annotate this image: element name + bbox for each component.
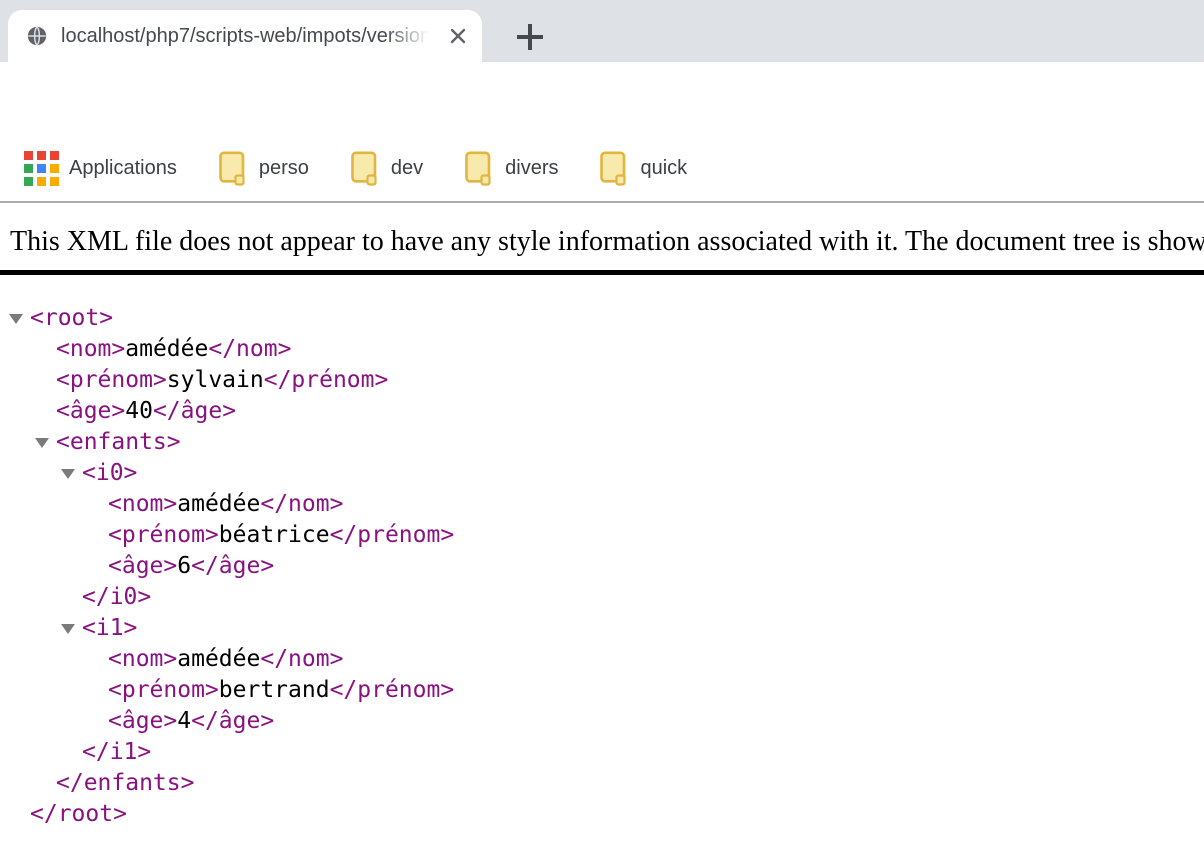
browser-tab[interactable]: localhost/php7/scripts-web/impots/versio… (8, 10, 482, 62)
xml-tag: <âge> (108, 553, 177, 579)
xml-tag: </âge> (153, 398, 236, 424)
page-content: This XML file does not appear to have an… (0, 203, 1204, 855)
xml-tag: <prénom> (108, 522, 219, 548)
folder-icon (219, 151, 246, 186)
xml-text-value: 4 (177, 708, 191, 734)
folder-icon (351, 151, 378, 186)
xml-tag: </prénom> (264, 367, 389, 393)
apps-grid-cell (37, 177, 46, 186)
xml-line: </i1> (0, 737, 1204, 768)
xml-tag: </enfants> (56, 770, 194, 796)
xml-tag: </âge> (191, 553, 274, 579)
xml-document-tree: <root><nom>amédée</nom><prénom>sylvain</… (0, 303, 1204, 830)
xml-text-value: sylvain (167, 367, 264, 393)
xml-tag: <i1> (82, 615, 137, 641)
apps-grid-icon (24, 151, 59, 186)
xml-line: <prénom>bertrand</prénom> (0, 675, 1204, 706)
xml-tag: </nom> (208, 336, 291, 362)
bookmark-folder-label: dev (391, 157, 423, 180)
apps-grid-cell (24, 151, 33, 160)
xml-line: </enfants> (0, 768, 1204, 799)
tab-title: localhost/php7/scripts-web/impots/versio… (61, 10, 440, 62)
xml-text-value: bertrand (219, 677, 330, 703)
xml-line: <prénom>béatrice</prénom> (0, 520, 1204, 551)
xml-line: <nom>amédée</nom> (0, 644, 1204, 675)
xml-tag: <nom> (56, 336, 125, 362)
bookmarks-bar: Applications perso dev divers quick (0, 135, 1204, 203)
xml-tag: </âge> (191, 708, 274, 734)
collapse-arrow-icon[interactable] (9, 314, 23, 324)
xml-text-value: amédée (177, 646, 260, 672)
apps-grid-cell (37, 151, 46, 160)
xml-line: <enfants> (0, 427, 1204, 458)
xml-tag: <nom> (108, 491, 177, 517)
xml-tag: <prénom> (56, 367, 167, 393)
xml-line: <root> (0, 303, 1204, 334)
folder-icon (600, 151, 627, 186)
xml-line: <i0> (0, 458, 1204, 489)
bookmark-folder-dev[interactable]: dev (351, 151, 423, 186)
xml-line: <prénom>sylvain</prénom> (0, 365, 1204, 396)
xml-tag: </prénom> (330, 677, 455, 703)
globe-favicon-icon (26, 25, 48, 47)
bookmark-folder-label: quick (640, 157, 687, 180)
collapse-arrow-icon[interactable] (61, 624, 75, 634)
xml-tag: </nom> (260, 491, 343, 517)
bookmark-folder-label: perso (259, 157, 309, 180)
bookmark-folder-perso[interactable]: perso (219, 151, 309, 186)
xml-tag: <enfants> (56, 429, 181, 455)
plus-icon (515, 22, 545, 52)
xml-tag: </nom> (260, 646, 343, 672)
xml-line: </root> (0, 799, 1204, 830)
xml-tag: <âge> (108, 708, 177, 734)
apps-grid-cell (37, 164, 46, 173)
xml-text-value: béatrice (219, 522, 330, 548)
xml-tag: </i1> (82, 739, 151, 765)
apps-shortcut-label: Applications (69, 157, 177, 180)
collapse-arrow-icon[interactable] (35, 438, 49, 448)
new-tab-button[interactable] (506, 15, 554, 59)
xml-line: <âge>6</âge> (0, 551, 1204, 582)
apps-grid-cell (24, 164, 33, 173)
xml-text-value: 6 (177, 553, 191, 579)
xml-tag: <prénom> (108, 677, 219, 703)
apps-shortcut[interactable]: Applications (24, 151, 177, 186)
xml-line: </i0> (0, 582, 1204, 613)
xml-tag: </i0> (82, 584, 151, 610)
collapse-arrow-icon[interactable] (61, 469, 75, 479)
apps-grid-cell (50, 151, 59, 160)
xml-text-value: amédée (177, 491, 260, 517)
xml-line: <nom>amédée</nom> (0, 489, 1204, 520)
xml-line: <i1> (0, 613, 1204, 644)
xml-tag: <root> (30, 305, 113, 331)
bookmark-folder-label: divers (505, 157, 558, 180)
folder-icon (465, 151, 492, 186)
bookmark-folder-divers[interactable]: divers (465, 151, 558, 186)
xml-tag: <nom> (108, 646, 177, 672)
xml-line: <âge>40</âge> (0, 396, 1204, 427)
bookmark-folder-quick[interactable]: quick (600, 151, 687, 186)
xml-line: <âge>4</âge> (0, 706, 1204, 737)
tab-strip: localhost/php7/scripts-web/impots/versio… (0, 0, 1204, 62)
xml-tag: <i0> (82, 460, 137, 486)
apps-grid-cell (24, 177, 33, 186)
tab-close-icon[interactable] (446, 24, 470, 48)
xml-no-style-message: This XML file does not appear to have an… (0, 203, 1204, 275)
xml-text-value: amédée (125, 336, 208, 362)
xml-tag: </prénom> (330, 522, 455, 548)
apps-grid-cell (50, 177, 59, 186)
xml-tag: <âge> (56, 398, 125, 424)
xml-tag: </root> (30, 801, 127, 827)
apps-grid-cell (50, 164, 59, 173)
xml-line: <nom>amédée</nom> (0, 334, 1204, 365)
xml-text-value: 40 (125, 398, 153, 424)
navigation-bar: localhost/php7/scripts-web/impots/versio… (0, 62, 1204, 135)
